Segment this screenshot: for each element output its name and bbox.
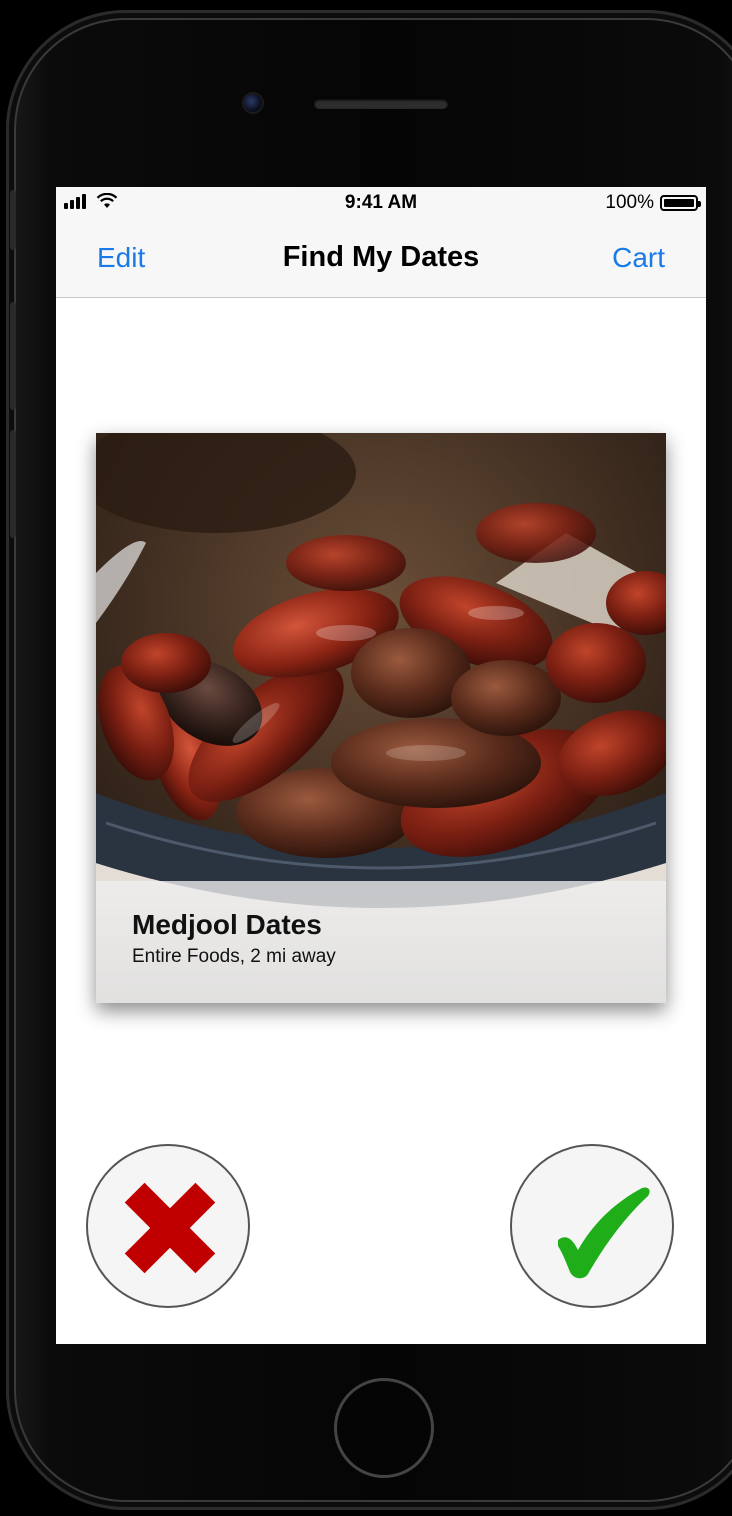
battery-icon — [660, 195, 701, 211]
front-camera — [244, 94, 262, 112]
product-card[interactable]: Medjool Dates Entire Foods, 2 mi away — [96, 433, 666, 1003]
status-right: 100% — [605, 192, 701, 214]
battery-percent: 100% — [605, 192, 654, 213]
x-icon — [124, 1182, 216, 1274]
home-button[interactable] — [334, 1378, 434, 1478]
checkmark-icon — [558, 1187, 650, 1279]
volume-down-button — [10, 430, 16, 538]
card-caption: Medjool Dates Entire Foods, 2 mi away — [96, 881, 666, 1003]
volume-up-button — [10, 302, 16, 410]
screen: 9:41 AM 100% Edit Find My Dates Cart Med… — [56, 187, 706, 1344]
product-name: Medjool Dates — [132, 909, 322, 940]
status-bar: 9:41 AM 100% — [56, 187, 706, 219]
product-location: Entire Foods, 2 mi away — [132, 946, 336, 967]
navigation-bar: Edit Find My Dates Cart — [56, 219, 706, 298]
page-title: Find My Dates — [282, 241, 480, 273]
cart-button[interactable]: Cart — [612, 242, 665, 274]
reject-button[interactable] — [86, 1144, 250, 1308]
accept-button[interactable] — [510, 1144, 674, 1308]
earpiece-speaker — [314, 99, 448, 109]
mute-switch — [10, 190, 16, 250]
